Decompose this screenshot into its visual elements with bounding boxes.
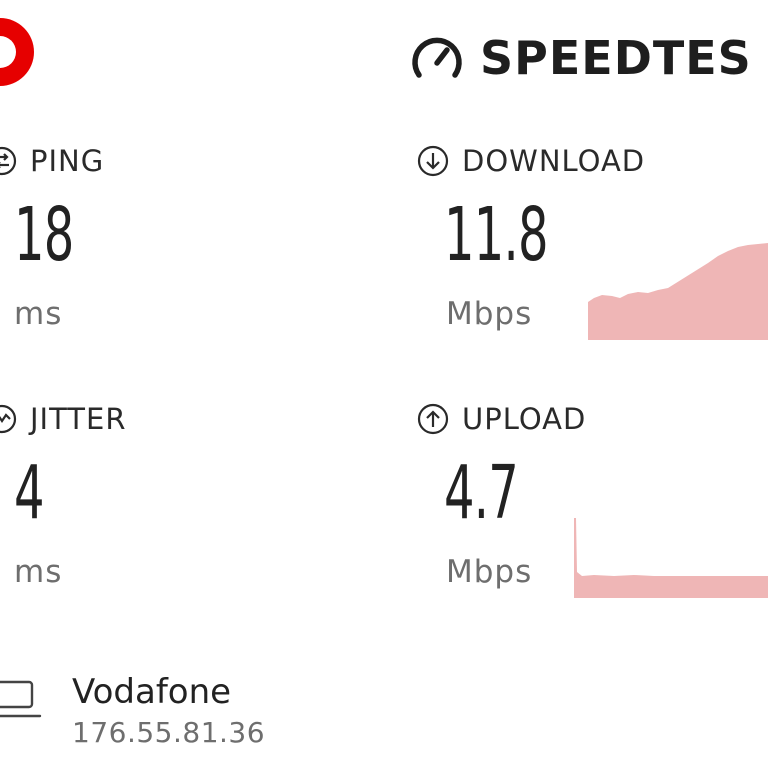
jitter-value: 4 xyxy=(14,450,45,536)
brand-name: SPEEDTES xyxy=(480,31,752,85)
laptop-icon xyxy=(0,680,42,718)
download-label: DOWNLOAD xyxy=(416,144,645,178)
jitter-label-text: JITTER xyxy=(30,402,127,436)
upload-arrow-icon xyxy=(417,403,449,435)
download-arrow-icon xyxy=(417,145,449,177)
ping-label-text: PING xyxy=(30,144,105,178)
download-graph xyxy=(588,243,768,340)
jitter-label: JITTER xyxy=(0,402,127,436)
upload-value: 4.7 xyxy=(444,450,519,536)
jitter-unit: ms xyxy=(14,554,63,590)
download-unit: Mbps xyxy=(446,296,533,332)
ping-unit: ms xyxy=(14,296,63,332)
ping-icon xyxy=(0,146,17,176)
upload-graph xyxy=(574,518,768,598)
ping-value: 18 xyxy=(14,192,74,278)
download-label-text: DOWNLOAD xyxy=(462,144,646,178)
provider-name: Vodafone xyxy=(72,672,232,712)
download-value: 11.8 xyxy=(444,192,549,278)
provider-ip: 176.55.81.36 xyxy=(72,716,266,749)
speedometer-icon xyxy=(412,37,462,78)
vodafone-logo-icon xyxy=(0,6,34,94)
download-graph-area xyxy=(588,243,768,340)
ping-label: PING xyxy=(0,144,104,178)
upload-graph-area xyxy=(574,518,768,598)
jitter-icon xyxy=(0,404,17,434)
upload-unit: Mbps xyxy=(446,554,533,590)
upload-label: UPLOAD xyxy=(416,402,586,436)
speedtest-brand: SPEEDTES xyxy=(410,28,752,88)
upload-label-text: UPLOAD xyxy=(462,402,587,436)
